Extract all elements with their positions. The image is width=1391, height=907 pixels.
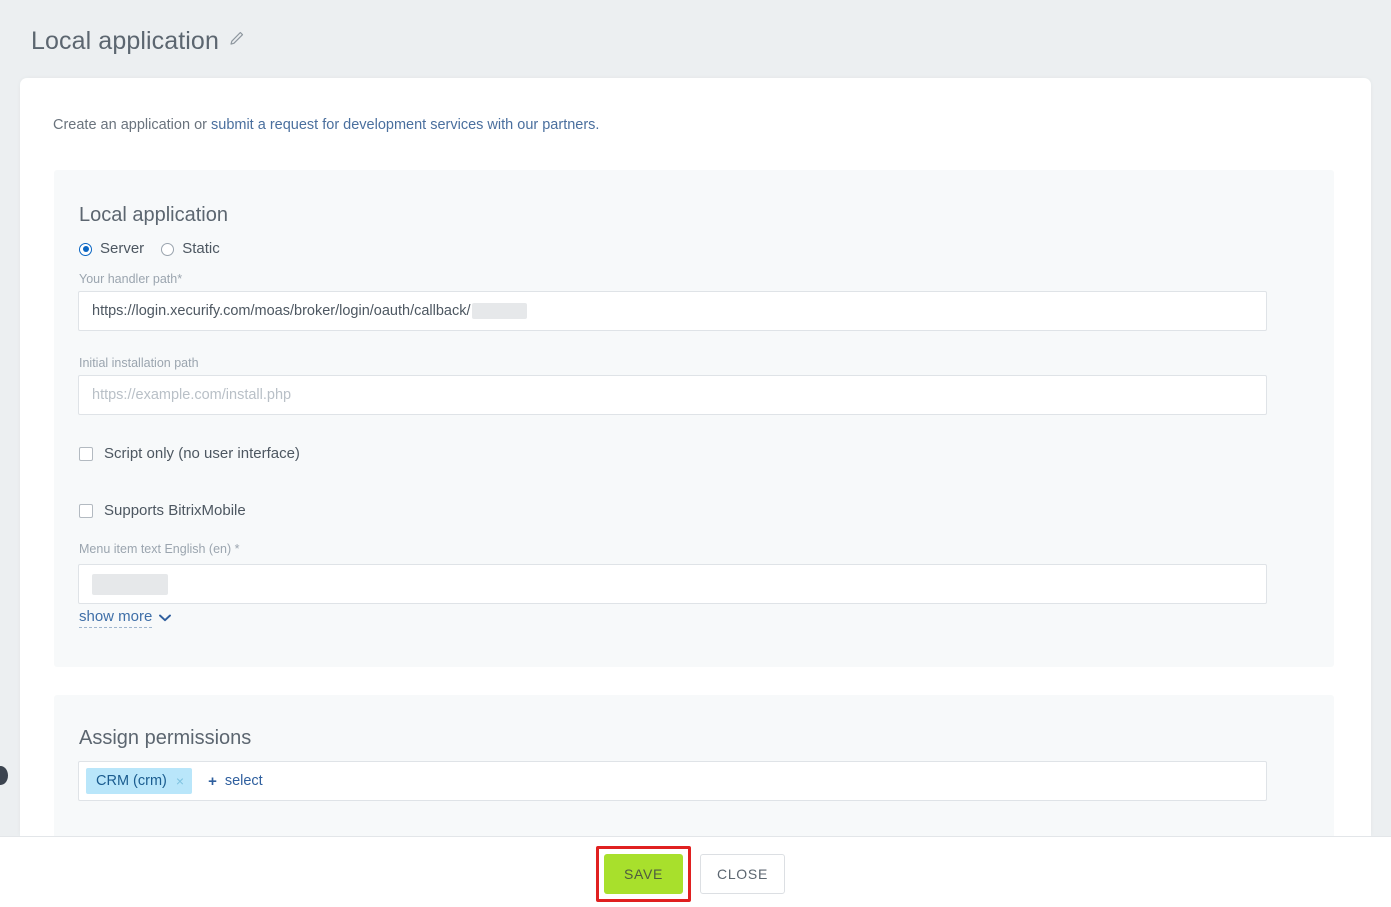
page-title-area: Local application (31, 24, 244, 58)
script-only-label: Script only (no user interface) (104, 445, 300, 462)
save-button[interactable]: SAVE (604, 854, 683, 894)
assign-permissions-panel: Assign permissions CRM (crm) × + select (54, 695, 1334, 836)
menu-item-text-input[interactable] (78, 564, 1267, 604)
install-path-label: Initial installation path (79, 356, 199, 370)
assign-permissions-title: Assign permissions (79, 727, 252, 749)
close-button[interactable]: CLOSE (700, 854, 785, 894)
show-more-toggle[interactable]: show more (79, 608, 172, 628)
radio-option-static[interactable]: Static (161, 240, 220, 258)
permissions-chip-input[interactable]: CRM (crm) × + select (78, 761, 1267, 801)
application-type-radio-group: Server Static (79, 240, 220, 258)
form-footer: SAVE CLOSE (0, 836, 1391, 907)
select-permission-label: select (224, 773, 263, 789)
radio-option-server[interactable]: Server (79, 240, 144, 258)
handler-path-label: Your handler path* (79, 272, 183, 286)
bitrix-mobile-checkbox-row[interactable]: Supports BitrixMobile (79, 502, 246, 520)
menu-item-text-redacted-value (92, 573, 168, 595)
page-header: Local application (0, 0, 1391, 78)
radio-server-input[interactable] (79, 242, 92, 256)
permission-chip-label: CRM (crm) (96, 773, 167, 789)
close-icon[interactable]: × (176, 774, 184, 788)
edge-widget-handle[interactable] (0, 766, 8, 785)
handler-path-input[interactable]: https://login.xecurify.com/moas/broker/l… (78, 291, 1267, 331)
permission-chip-crm[interactable]: CRM (crm) × (86, 768, 193, 794)
install-path-input[interactable]: https://example.com/install.php (78, 375, 1267, 415)
page-title: Local application (31, 27, 219, 55)
handler-path-redacted-segment (471, 303, 527, 319)
pencil-icon[interactable] (229, 31, 244, 51)
plus-icon: + (208, 772, 217, 790)
local-application-panel-title: Local application (79, 204, 228, 226)
local-application-panel: Local application Server Static Your han… (54, 170, 1334, 667)
bitrix-mobile-label: Supports BitrixMobile (104, 502, 246, 519)
menu-item-text-label: Menu item text English (en) * (79, 542, 240, 556)
intro-prefix: Create an application or (53, 117, 211, 133)
radio-server-label: Server (100, 240, 145, 257)
application-card: Create an application or submit a reques… (20, 78, 1371, 836)
card-intro-text: Create an application or submit a reques… (53, 115, 599, 135)
bitrix-mobile-checkbox[interactable] (79, 504, 93, 518)
show-more-label: show more (79, 608, 153, 628)
partners-request-link[interactable]: submit a request for development service… (211, 117, 599, 133)
radio-static-label: Static (182, 240, 220, 257)
script-only-checkbox-row[interactable]: Script only (no user interface) (79, 445, 300, 463)
select-permission-link[interactable]: + select (208, 772, 263, 790)
handler-path-value: https://login.xecurify.com/moas/broker/l… (92, 303, 471, 319)
script-only-checkbox[interactable] (79, 447, 93, 461)
chevron-down-icon (159, 609, 172, 627)
radio-static-input[interactable] (161, 242, 175, 256)
